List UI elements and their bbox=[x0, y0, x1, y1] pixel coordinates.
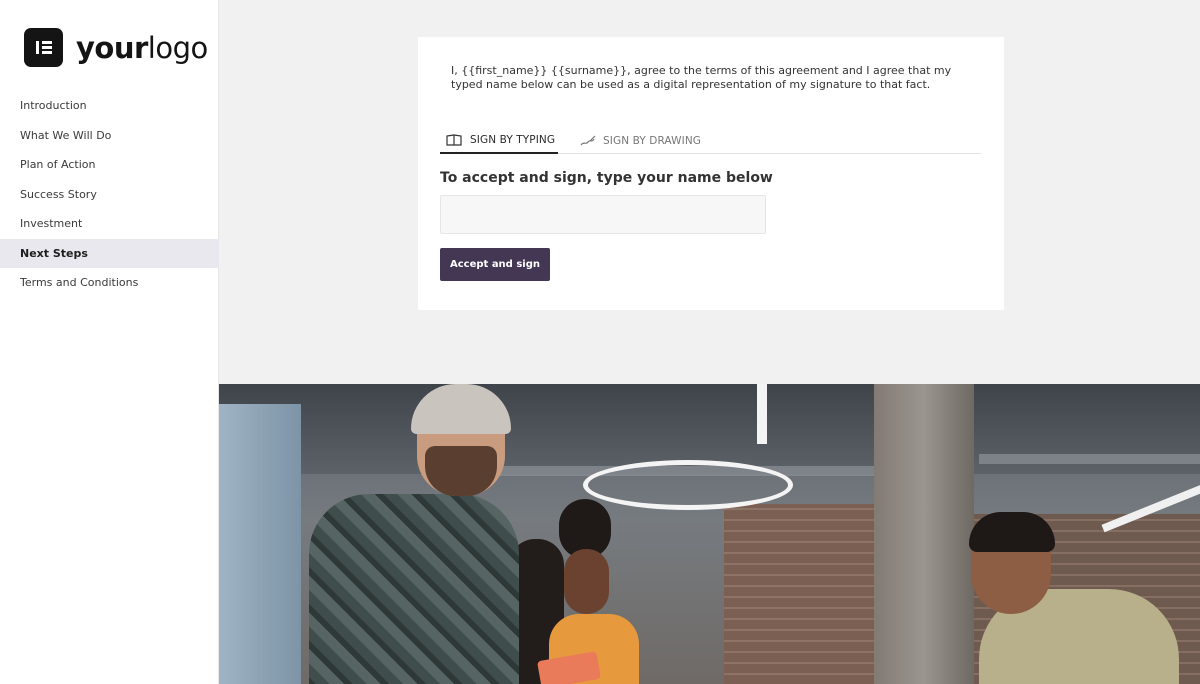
photo-person bbox=[309, 494, 519, 684]
tab-sign-by-typing[interactable]: SIGN BY TYPING bbox=[440, 127, 558, 154]
elementor-logo-icon bbox=[24, 28, 63, 67]
photo-brick-wall bbox=[724, 504, 874, 684]
sidebar-item-terms-and-conditions[interactable]: Terms and Conditions bbox=[0, 268, 219, 298]
photo-pillar bbox=[874, 384, 974, 684]
photo-duct bbox=[979, 454, 1200, 464]
photo-person bbox=[564, 549, 609, 614]
logo-text-regular: logo bbox=[147, 30, 208, 65]
sidebar-item-plan-of-action[interactable]: Plan of Action bbox=[0, 150, 219, 180]
signature-card: I, {{first_name}} {{surname}}, agree to … bbox=[418, 37, 1004, 310]
sidebar-item-what-we-will-do[interactable]: What We Will Do bbox=[0, 121, 219, 151]
keyboard-icon bbox=[446, 133, 462, 146]
signature-tabs: SIGN BY TYPING SIGN BY DRAWING bbox=[440, 127, 981, 154]
office-team-photo bbox=[219, 384, 1200, 684]
sidebar-item-next-steps[interactable]: Next Steps bbox=[0, 238, 219, 268]
photo-person bbox=[425, 446, 497, 496]
accept-and-sign-button[interactable]: Accept and sign bbox=[440, 248, 550, 281]
logo-text-bold: your bbox=[76, 30, 148, 65]
agreement-text: I, {{first_name}} {{surname}}, agree to … bbox=[451, 64, 952, 91]
signature-pen-icon bbox=[580, 135, 596, 145]
logo[interactable]: yourlogo bbox=[24, 28, 208, 67]
photo-person bbox=[969, 512, 1055, 552]
sidebar-item-investment[interactable]: Investment bbox=[0, 209, 219, 239]
sidebar-item-success-story[interactable]: Success Story bbox=[0, 180, 219, 210]
sidebar: yourlogo Introduction What We Will Do Pl… bbox=[0, 0, 219, 684]
sign-heading: To accept and sign, type your name below bbox=[440, 170, 773, 186]
photo-ring-lamp bbox=[583, 460, 793, 510]
signature-name-input[interactable] bbox=[440, 195, 766, 234]
sidebar-nav: Introduction What We Will Do Plan of Act… bbox=[0, 91, 219, 298]
photo-pillar bbox=[219, 404, 301, 684]
sidebar-item-introduction[interactable]: Introduction bbox=[0, 91, 219, 121]
tab-sign-by-typing-label: SIGN BY TYPING bbox=[470, 133, 556, 146]
photo-light bbox=[757, 384, 767, 444]
logo-text: yourlogo bbox=[76, 31, 208, 65]
tab-sign-by-drawing-label: SIGN BY DRAWING bbox=[603, 134, 702, 147]
tab-sign-by-drawing[interactable]: SIGN BY DRAWING bbox=[580, 127, 701, 154]
